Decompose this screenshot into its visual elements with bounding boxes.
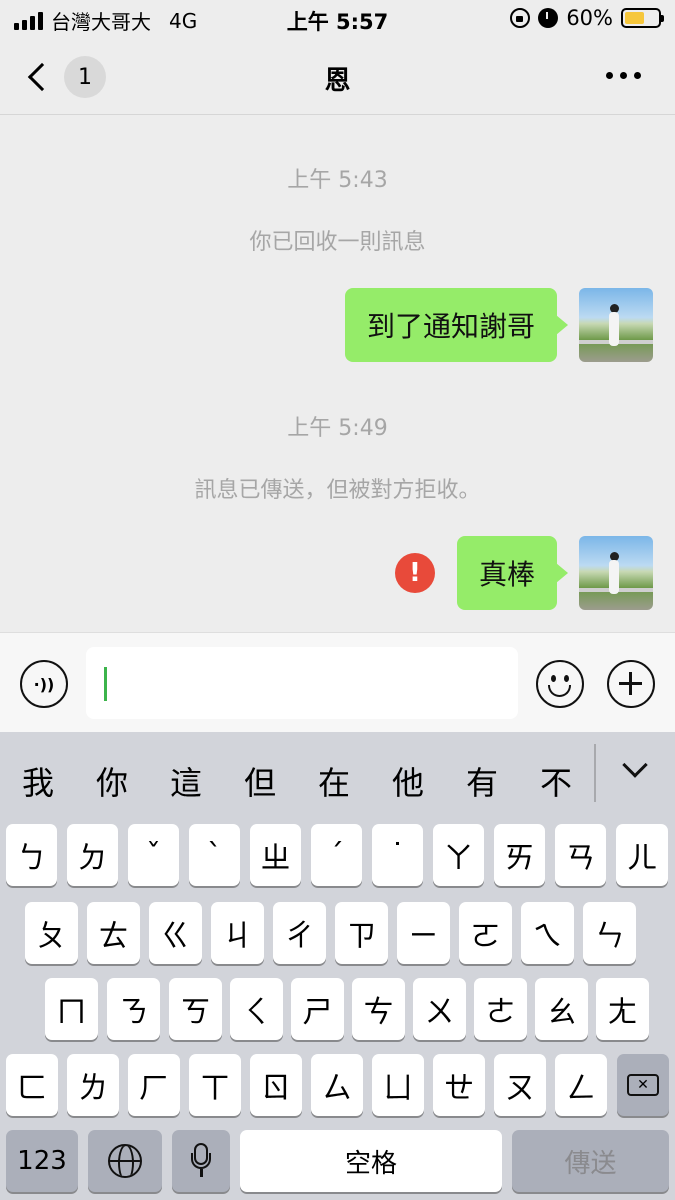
suggestion-item[interactable]: 你 — [75, 758, 149, 804]
key[interactable]: ㄥ — [555, 1054, 607, 1116]
expand-suggestions-chevron-icon[interactable] — [622, 752, 648, 778]
dictation-key[interactable] — [172, 1130, 230, 1192]
microphone-icon — [189, 1143, 213, 1179]
key[interactable]: ㄩ — [372, 1054, 424, 1116]
backspace-key[interactable]: ✕ — [617, 1054, 669, 1116]
backspace-icon: ✕ — [627, 1074, 659, 1096]
key[interactable]: ㄠ — [535, 978, 588, 1040]
globe-key[interactable] — [88, 1130, 162, 1192]
text-caret — [104, 667, 107, 701]
key[interactable]: ㄨ — [413, 978, 466, 1040]
key[interactable]: ㄛ — [459, 902, 512, 964]
timestamp: 上午 5:43 — [287, 168, 388, 193]
input-bar: ·)) — [0, 632, 675, 732]
suggestion-bar: 我 你 這 但 在 他 有 不 — [0, 732, 675, 812]
rejected-notice: 訊息已傳送，但被對方拒收。 — [194, 478, 481, 503]
key[interactable]: ㄜ — [474, 978, 527, 1040]
key[interactable]: ㄖ — [250, 1054, 302, 1116]
emoji-button[interactable] — [536, 660, 584, 708]
message-bubble[interactable]: 真棒 — [456, 536, 569, 610]
numbers-key[interactable]: 123 — [6, 1130, 78, 1192]
battery-icon — [621, 8, 664, 28]
recall-notice[interactable]: 你已回收一則訊息 — [0, 224, 675, 256]
key[interactable]: ㄔ — [273, 902, 326, 964]
timestamp: 上午 5:49 — [287, 416, 388, 441]
suggestion-item[interactable]: 但 — [223, 758, 297, 804]
key[interactable]: ㄚ — [433, 824, 484, 886]
key[interactable]: ㄤ — [596, 978, 649, 1040]
key[interactable]: ㄐ — [211, 902, 264, 964]
key[interactable]: ㄞ — [494, 824, 545, 886]
status-bar: 台灣大哥大 4G 上午 5:57 60% — [0, 0, 675, 38]
chat-title: 恩 — [324, 66, 351, 96]
key[interactable]: ㄟ — [521, 902, 574, 964]
key[interactable]: ㄡ — [494, 1054, 546, 1116]
more-button[interactable] — [606, 72, 641, 79]
alarm-icon — [538, 8, 559, 28]
more-icon — [606, 72, 613, 79]
voice-button[interactable]: ·)) — [20, 660, 68, 708]
space-key[interactable]: 空格 — [240, 1130, 502, 1192]
key[interactable]: ㄢ — [555, 824, 606, 886]
key[interactable]: ˋ — [189, 824, 240, 886]
battery-percent: 60% — [566, 6, 613, 30]
key[interactable]: ㄉ — [67, 824, 118, 886]
suggestion-item[interactable]: 我 — [1, 758, 75, 804]
suggestion-item[interactable]: 不 — [519, 758, 593, 804]
key[interactable]: ㄧ — [397, 902, 450, 964]
key[interactable]: ㄌ — [67, 1054, 119, 1116]
key[interactable]: ㄝ — [433, 1054, 485, 1116]
key[interactable]: ㄋ — [107, 978, 160, 1040]
key[interactable]: ˙ — [372, 824, 423, 886]
message-input[interactable] — [86, 647, 518, 719]
suggestion-item[interactable]: 有 — [445, 758, 519, 804]
nav-bar: 1 恩 — [0, 38, 675, 115]
key[interactable]: ˊ — [311, 824, 362, 886]
chat-area[interactable]: 上午 5:43 你已回收一則訊息 到了通知謝哥 上午 5:49 訊息已傳送，但被… — [0, 116, 675, 632]
key[interactable]: ㄎ — [169, 978, 222, 1040]
key[interactable]: ㄘ — [352, 978, 405, 1040]
message-bubble[interactable]: 到了通知謝哥 — [344, 288, 569, 362]
message-row-sent: ! 真棒 — [394, 536, 653, 610]
suggestion-item[interactable]: 在 — [297, 758, 371, 804]
key[interactable]: ㄅ — [6, 824, 57, 886]
avatar[interactable] — [579, 288, 653, 362]
suggestion-item[interactable]: 這 — [149, 758, 223, 804]
status-right: 60% — [510, 6, 664, 30]
message-row-sent: 到了通知謝哥 — [344, 288, 653, 362]
key[interactable]: ㄦ — [616, 824, 668, 886]
key[interactable]: ㄇ — [45, 978, 98, 1040]
avatar[interactable] — [579, 536, 653, 610]
key[interactable]: ㄓ — [250, 824, 301, 886]
key[interactable]: ㄍ — [149, 902, 202, 964]
key[interactable]: ㄕ — [291, 978, 344, 1040]
send-failed-icon[interactable]: ! — [394, 553, 435, 593]
emoji-icon — [551, 675, 556, 682]
send-key[interactable]: 傳送 — [512, 1130, 669, 1192]
key[interactable]: ㄏ — [128, 1054, 180, 1116]
voice-icon: ·)) — [33, 674, 55, 694]
key[interactable]: ㄑ — [230, 978, 283, 1040]
orientation-lock-icon — [510, 8, 531, 28]
keyboard: 我 你 這 但 在 他 有 不 ㄅ ㄉ ˇ ˋ ㄓ ˊ ˙ ㄚ ㄞ ㄢ ㄦ ㄆ … — [0, 732, 675, 1200]
key[interactable]: ㄈ — [6, 1054, 58, 1116]
key[interactable]: ㄊ — [87, 902, 140, 964]
key[interactable]: ㄒ — [189, 1054, 241, 1116]
globe-icon — [108, 1144, 142, 1178]
key[interactable]: ㄣ — [583, 902, 636, 964]
suggestion-divider — [594, 744, 596, 802]
key[interactable]: ㄙ — [311, 1054, 363, 1116]
key[interactable]: ㄆ — [25, 902, 78, 964]
suggestion-item[interactable]: 他 — [371, 758, 445, 804]
more-actions-button[interactable] — [607, 660, 655, 708]
key[interactable]: ㄗ — [335, 902, 388, 964]
key[interactable]: ˇ — [128, 824, 179, 886]
